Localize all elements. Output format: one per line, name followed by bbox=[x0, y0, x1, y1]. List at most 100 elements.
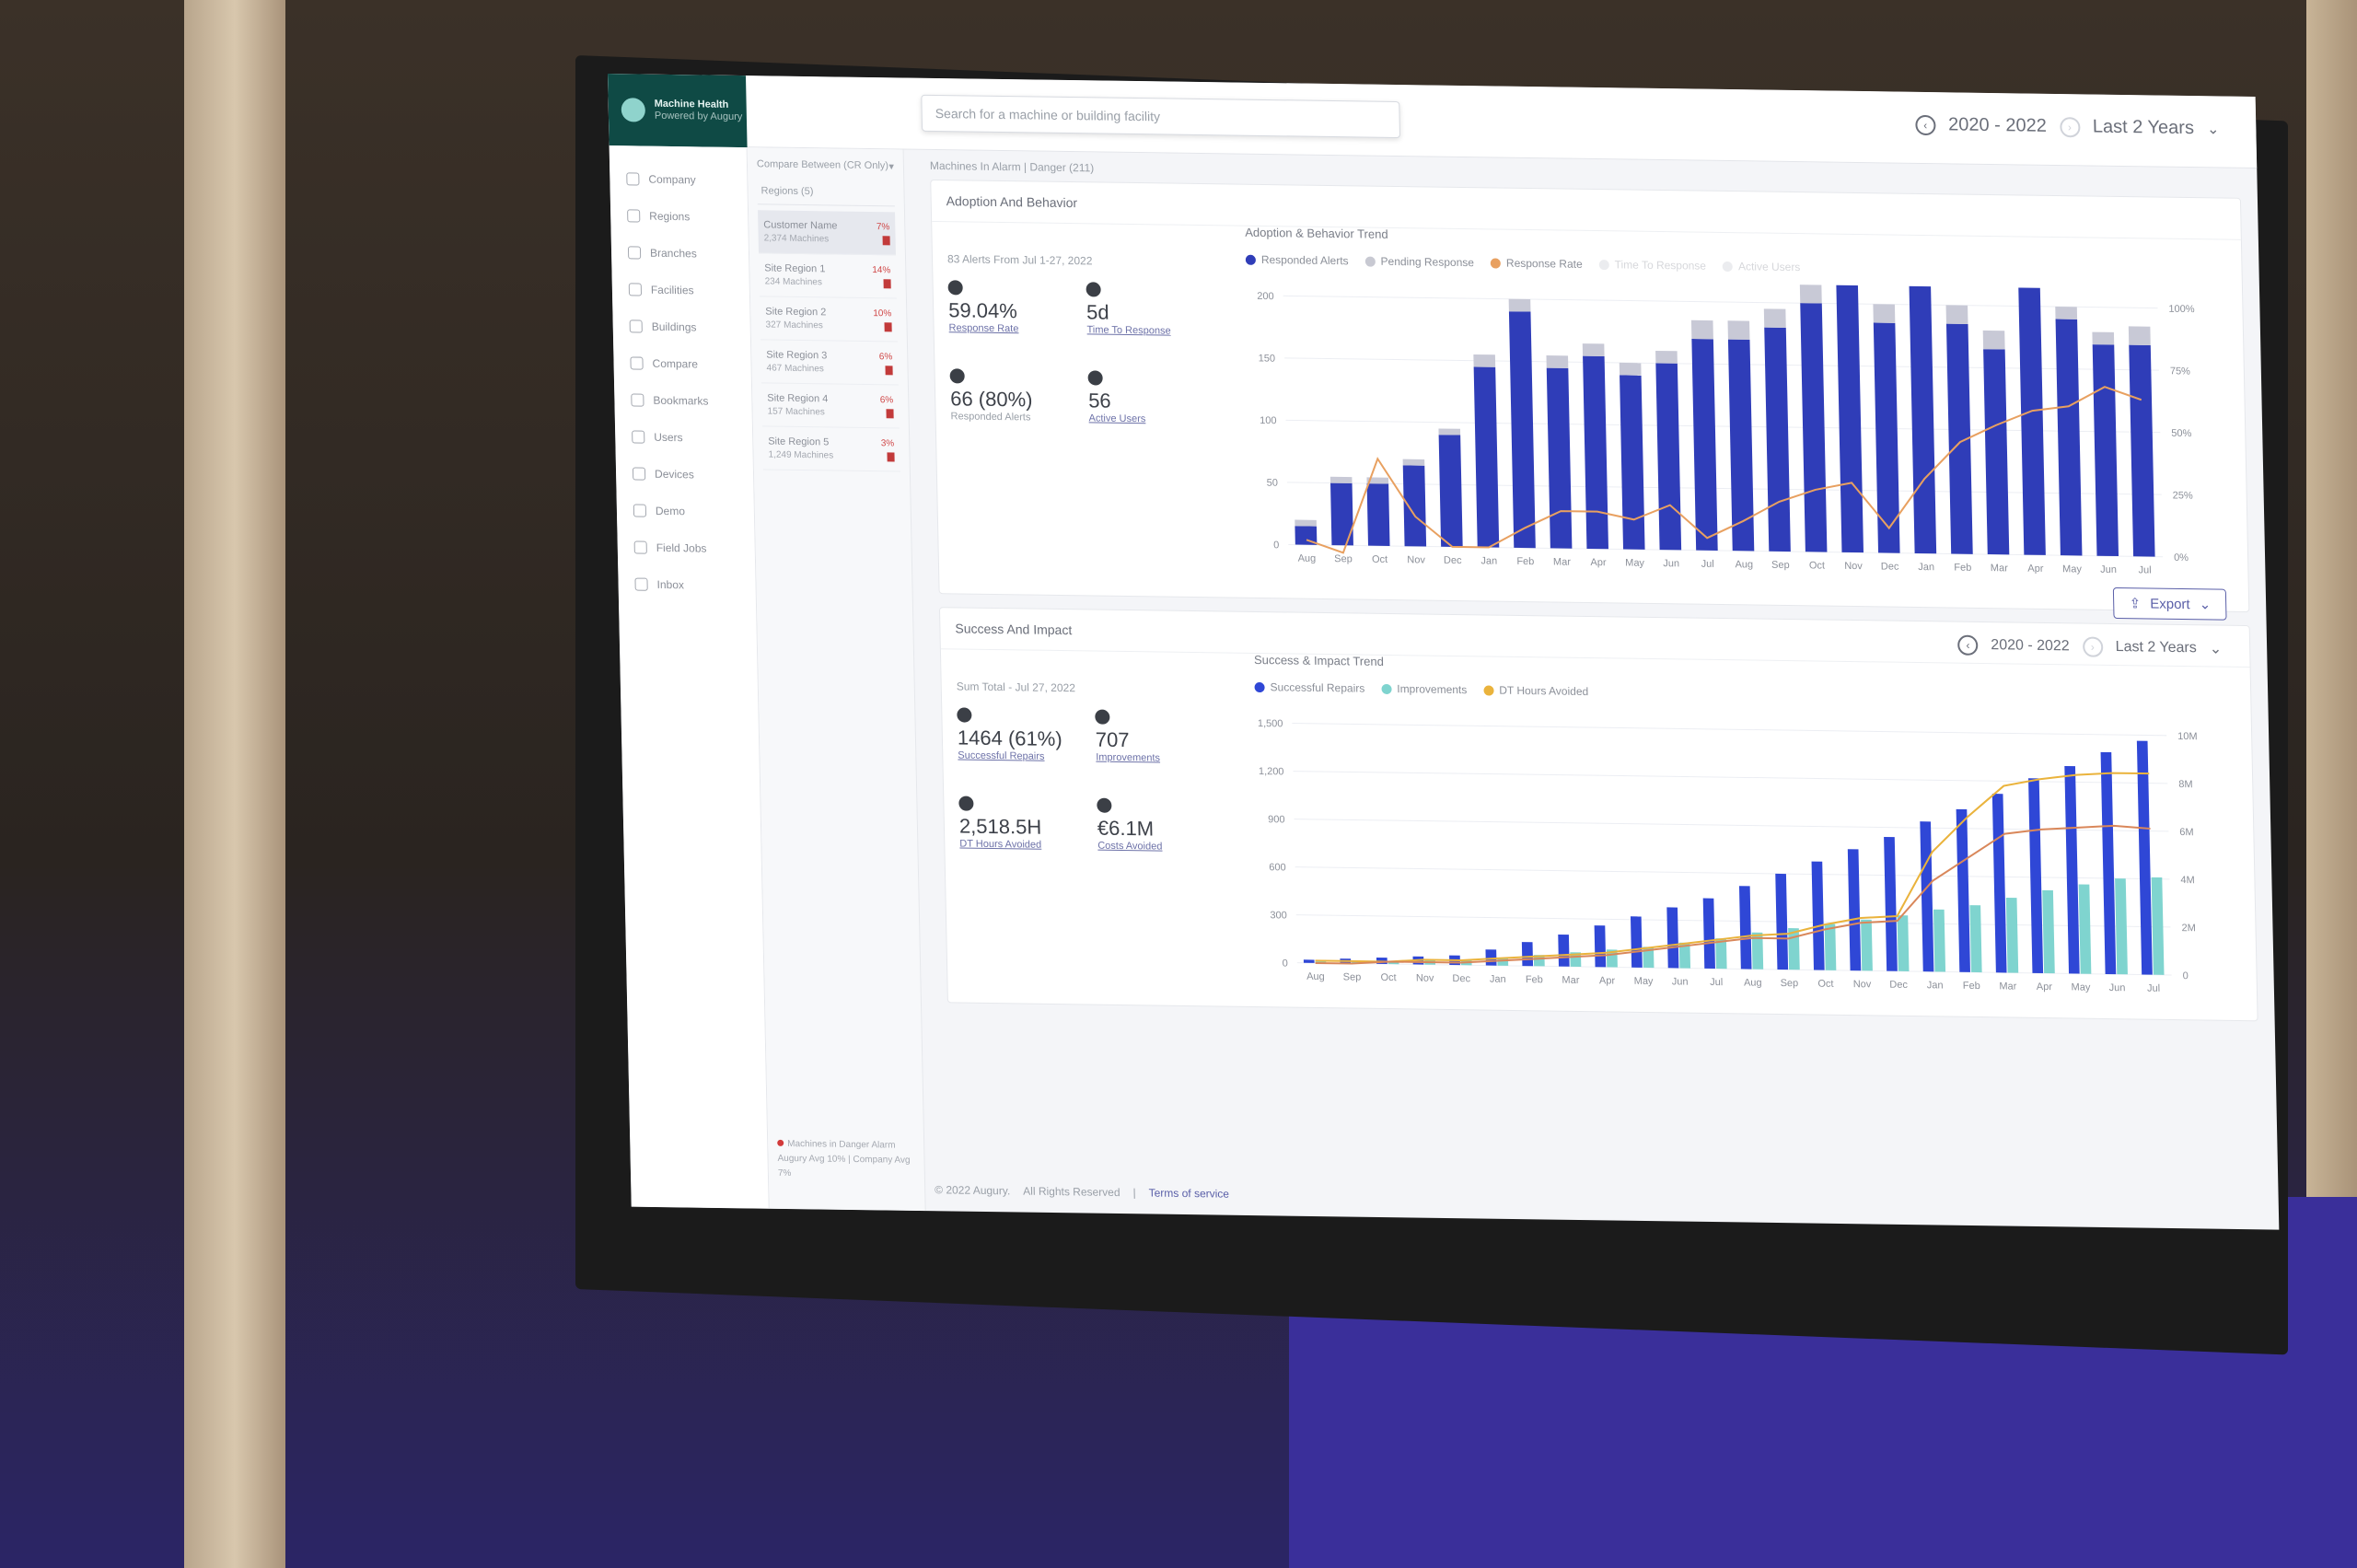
legend-item[interactable]: Improvements bbox=[1381, 682, 1467, 696]
danger-dot-icon bbox=[777, 1139, 784, 1146]
region-name: Site Region 2 bbox=[765, 306, 827, 319]
x-tick: Sep bbox=[1781, 978, 1799, 989]
legend-item[interactable]: Active Users bbox=[1722, 260, 1801, 273]
impact-chart: 0 300 600 900 1,200 1,500 0 2M 4M 6M 8M 10M Aug Sep Oc… bbox=[1258, 718, 2198, 994]
line-costs-avoided bbox=[1315, 824, 2151, 965]
y-tick-right: 50% bbox=[2171, 428, 2191, 439]
legend-item[interactable]: Pending Response bbox=[1364, 255, 1474, 269]
sidebar-item-bookmarks[interactable]: Bookmarks bbox=[614, 381, 752, 420]
legend-item[interactable]: Response Rate bbox=[1490, 256, 1583, 271]
bar-improvements bbox=[2151, 877, 2165, 975]
sidebar-item-field-jobs[interactable]: Field Jobs bbox=[617, 528, 755, 567]
compare-row[interactable]: Site Region 4 157 Machines 6% bbox=[761, 383, 900, 429]
x-tick: Dec bbox=[1444, 555, 1462, 566]
compare-row[interactable]: Site Region 1 234 Machines 14% bbox=[759, 253, 897, 299]
y-tick-left: 600 bbox=[1269, 862, 1286, 873]
compare-row[interactable]: Site Region 3 467 Machines 6% bbox=[760, 340, 899, 386]
compare-select[interactable]: Regions (5) bbox=[757, 178, 895, 207]
line-response-rate bbox=[1306, 386, 2142, 554]
kpi-icon bbox=[949, 368, 965, 384]
next-period-icon[interactable]: › bbox=[2059, 116, 2081, 137]
next-period-icon[interactable]: › bbox=[2082, 636, 2103, 657]
legend-item[interactable]: Responded Alerts bbox=[1245, 252, 1349, 268]
x-tick: Dec bbox=[1881, 561, 1899, 572]
x-tick: Oct bbox=[1372, 554, 1387, 565]
sidebar-item-buildings[interactable]: Buildings bbox=[612, 308, 750, 346]
bar-improvements bbox=[1969, 905, 1982, 973]
sidebar-item-compare[interactable]: Compare bbox=[613, 344, 751, 383]
chevron-down-icon[interactable]: ⌄ bbox=[2207, 120, 2220, 138]
danger-pct: 6% bbox=[879, 394, 894, 405]
x-tick: Dec bbox=[1889, 980, 1908, 991]
prev-period-icon[interactable]: ‹ bbox=[1957, 634, 1979, 656]
sidebar-item-label: Demo bbox=[655, 504, 686, 518]
sidebar-item-regions[interactable]: Regions bbox=[610, 197, 749, 236]
kpi-label[interactable]: Active Users bbox=[1088, 412, 1226, 425]
kpi-label[interactable]: DT Hours Avoided bbox=[959, 839, 1097, 852]
sidebar-item-users[interactable]: Users bbox=[615, 418, 753, 457]
bar-responded-alerts bbox=[2129, 344, 2155, 557]
prev-period-icon[interactable]: ‹ bbox=[1914, 114, 1936, 135]
kpi: 66 (80%) Responded Alerts bbox=[949, 368, 1089, 424]
kpi-icon bbox=[1095, 709, 1110, 725]
x-tick: Jan bbox=[1490, 974, 1506, 985]
kpi-label[interactable]: Time To Response bbox=[1086, 324, 1225, 337]
sidebar-item-label: Branches bbox=[649, 246, 697, 261]
period-select[interactable]: Last 2 Years bbox=[2093, 117, 2195, 140]
kpi-label[interactable]: Improvements bbox=[1096, 752, 1234, 765]
sidebar-item-label: Buildings bbox=[651, 319, 697, 334]
sidebar-item-inbox[interactable]: Inbox bbox=[618, 565, 756, 604]
rights: All Rights Reserved bbox=[1023, 1184, 1120, 1200]
bar-pending-response bbox=[1690, 319, 1713, 340]
sidebar-item-devices[interactable]: Devices bbox=[616, 455, 754, 494]
danger-pct: 14% bbox=[872, 264, 891, 275]
kpi-label[interactable]: Response Rate bbox=[948, 322, 1086, 335]
bar-pending-response bbox=[2055, 307, 2078, 319]
legend-item[interactable]: DT Hours Avoided bbox=[1483, 683, 1588, 698]
search-input[interactable]: Search for a machine or building facilit… bbox=[921, 94, 1401, 139]
adoption-chart: 0 50 100 150 200 0% 25% 50% 75% 100% Aug Sep Oct Nov D… bbox=[1257, 276, 2195, 576]
bar-successful-repairs bbox=[1738, 886, 1752, 970]
terms-link[interactable]: Terms of service bbox=[1149, 1186, 1230, 1200]
x-tick: Aug bbox=[1735, 559, 1753, 570]
kpi-label[interactable]: Costs Avoided bbox=[1097, 841, 1236, 854]
legend-label: DT Hours Avoided bbox=[1499, 683, 1589, 699]
bar-pending-response bbox=[1582, 343, 1605, 356]
x-tick: Nov bbox=[1407, 554, 1425, 565]
compare-row[interactable]: Site Region 5 1,249 Machines 3% bbox=[761, 426, 900, 472]
sidebar-item-label: Field Jobs bbox=[656, 540, 707, 555]
kpi: 56 Active Users bbox=[1087, 370, 1226, 425]
compare-row[interactable]: Customer Name 2,374 Machines 7% bbox=[758, 210, 896, 256]
kpi-value: €6.1M bbox=[1097, 816, 1155, 841]
impact-card: ⇪ Export ⌄ Success And Impact ‹ 2020 - 2… bbox=[938, 587, 2258, 1022]
bar-pending-response bbox=[1508, 298, 1531, 312]
date-range-text: 2020 - 2022 bbox=[1947, 114, 2048, 136]
kpi-label[interactable]: Successful Repairs bbox=[958, 749, 1096, 762]
danger-bar bbox=[886, 408, 894, 418]
y-tick-right: 100% bbox=[2168, 304, 2195, 315]
sidebar-item-label: Users bbox=[654, 430, 683, 445]
legend-label: Responded Alerts bbox=[1260, 252, 1349, 268]
sidebar-item-branches[interactable]: Branches bbox=[611, 234, 749, 273]
chevron-down-icon[interactable]: ▾ bbox=[888, 160, 894, 172]
sidebar-item-company[interactable]: Company bbox=[610, 160, 748, 199]
bookmark-icon bbox=[631, 393, 644, 407]
kpi: €6.1M Costs Avoided bbox=[1097, 797, 1236, 854]
building-icon bbox=[629, 319, 643, 333]
danger-pct: 3% bbox=[880, 437, 895, 448]
legend-item[interactable]: Time To Response bbox=[1598, 258, 1706, 273]
kpi: 2,518.5H DT Hours Avoided bbox=[958, 796, 1097, 851]
kpi-value: 5d bbox=[1086, 300, 1109, 324]
region-name: Site Region 4 bbox=[767, 392, 829, 405]
export-button[interactable]: ⇪ Export ⌄ bbox=[2113, 587, 2227, 621]
brand[interactable]: Machine Health Powered by Augury bbox=[608, 74, 748, 148]
y-tick-right: 6M bbox=[2179, 827, 2194, 838]
bar-responded-alerts bbox=[1366, 483, 1390, 546]
chevron-down-icon[interactable]: ⌄ bbox=[2210, 639, 2223, 657]
compare-row[interactable]: Site Region 2 327 Machines 10% bbox=[759, 296, 898, 343]
legend-item[interactable]: Successful Repairs bbox=[1254, 680, 1364, 695]
period-select[interactable]: Last 2 Years bbox=[2116, 639, 2197, 656]
y-tick-left: 900 bbox=[1268, 814, 1285, 825]
sidebar-item-demo[interactable]: Demo bbox=[617, 492, 755, 530]
sidebar-item-facilities[interactable]: Facilities bbox=[611, 271, 749, 309]
